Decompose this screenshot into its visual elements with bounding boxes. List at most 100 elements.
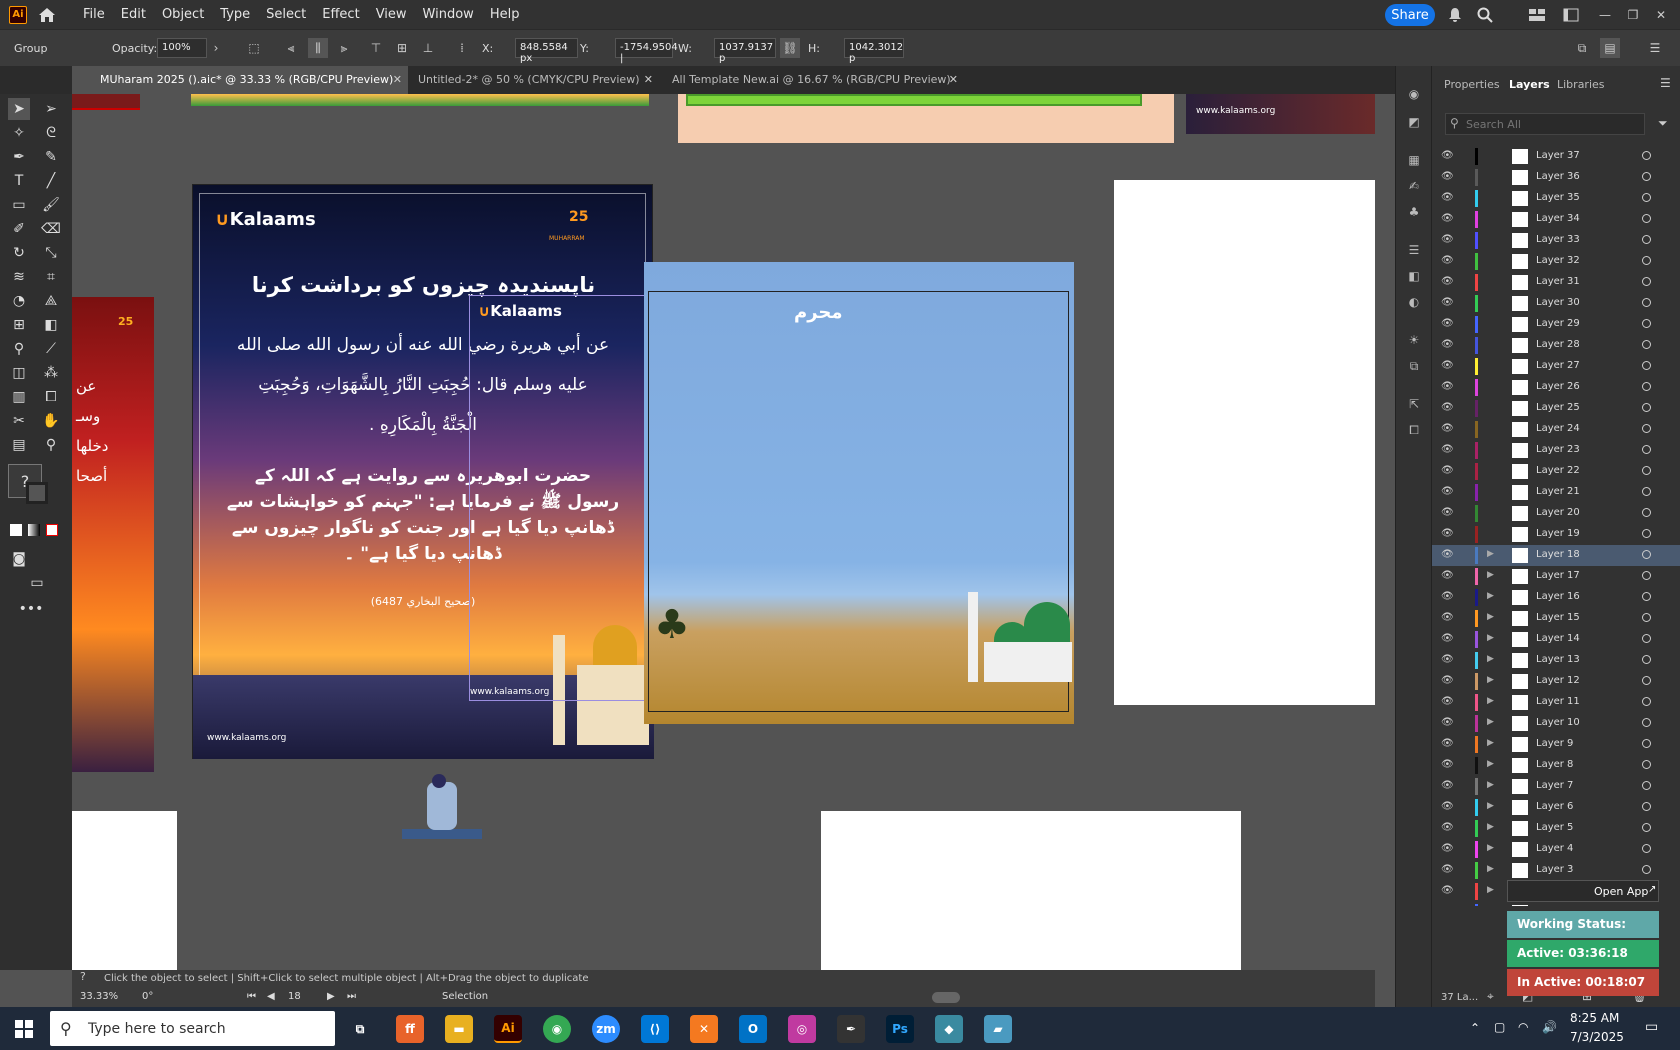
layer-row[interactable]: 👁 Layer 28 [1432,335,1680,356]
target-circle-icon[interactable] [1642,319,1651,328]
target-circle-icon[interactable] [1642,508,1651,517]
pen-app-icon[interactable]: ✒ [837,1015,865,1043]
layer-name[interactable]: Layer 28 [1536,339,1580,350]
menu-select[interactable]: Select [258,0,314,29]
visibility-eye-icon[interactable]: 👁 [1441,255,1454,268]
layer-row[interactable]: 👁 ▶ Layer 13 [1432,650,1680,671]
notifications-icon[interactable]: ▭ [1645,1019,1658,1035]
praying-person-illustration[interactable] [402,774,484,844]
restore-icon[interactable]: ❐ [1624,6,1642,24]
link-icon[interactable]: ⛓ [780,38,800,58]
app-icon[interactable]: ◆ [935,1015,963,1043]
layer-row[interactable]: 👁 Layer 30 [1432,293,1680,314]
layer-row[interactable]: 👁 Layer 22 [1432,461,1680,482]
layer-row[interactable]: 👁 ▶ Layer 16 [1432,587,1680,608]
layer-name[interactable]: Layer 17 [1536,570,1580,581]
visibility-eye-icon[interactable]: 👁 [1441,297,1454,310]
rotation-value[interactable]: 0° [142,991,153,1002]
appearance-icon[interactable]: ☀ [1404,330,1424,350]
gradient-panel-icon[interactable]: ◧ [1404,266,1424,286]
layer-row[interactable]: 👁▶Layer 1 [1432,902,1680,906]
layer-row[interactable]: 👁 ▶ Layer 10 [1432,713,1680,734]
layer-row[interactable]: 👁 ▶ Layer 11 [1432,692,1680,713]
locate-object-icon[interactable]: ⌖ [1487,989,1494,1004]
layer-row[interactable]: 👁 Layer 33 [1432,230,1680,251]
screen-mode-icon[interactable]: ▭ [26,572,48,594]
layer-row[interactable]: 👁 Layer 27 [1432,356,1680,377]
layer-row[interactable]: 👁 ▶ Layer 17 [1432,566,1680,587]
layer-name[interactable]: Layer 13 [1536,654,1580,665]
target-circle-icon[interactable] [1642,865,1651,874]
close-tab-icon[interactable]: ✕ [393,66,402,94]
blend-tool-icon[interactable]: ◫ [8,362,30,384]
artboard-tool-icon[interactable]: ⧠ [40,386,62,408]
visibility-eye-icon[interactable]: 👁 [1441,885,1454,898]
tab-all-template[interactable]: All Template New.ai @ 16.67 % (RGB/CPU P… [662,66,964,94]
menu-type[interactable]: Type [212,0,258,29]
layer-row[interactable]: 👁 Layer 19 [1432,524,1680,545]
layer-row[interactable]: 👁 ▶ Layer 12 [1432,671,1680,692]
close-tab-icon[interactable]: ✕ [644,66,653,94]
layer-name[interactable]: Layer 35 [1536,192,1580,203]
brushes-icon[interactable]: ✍ [1404,176,1424,196]
none-icon[interactable] [46,524,58,536]
layer-name[interactable]: Layer 9 [1536,738,1573,749]
layer-row[interactable]: 👁 Layer 25 [1432,398,1680,419]
visibility-eye-icon[interactable]: 👁 [1441,738,1454,751]
align-middle-icon[interactable]: ⊞ [392,38,412,58]
target-circle-icon[interactable] [1642,361,1651,370]
expand-arrow-icon[interactable]: ▶ [1487,717,1494,727]
visibility-eye-icon[interactable]: 👁 [1441,192,1454,205]
visibility-eye-icon[interactable]: 👁 [1441,654,1454,667]
help-icon[interactable]: ? [80,970,86,983]
visibility-eye-icon[interactable]: 👁 [1441,612,1454,625]
gradient-tool-icon[interactable]: ◧ [40,314,62,336]
firefox-icon[interactable]: ff [396,1015,424,1043]
layer-name[interactable]: Layer 20 [1536,507,1580,518]
y-input[interactable]: -1754.9504 | [615,38,678,64]
blank-artboard[interactable] [821,811,1241,970]
visibility-eye-icon[interactable]: 👁 [1441,423,1454,436]
layer-row[interactable]: 👁 Layer 21 [1432,482,1680,503]
layer-name[interactable]: Layer 29 [1536,318,1580,329]
visibility-eye-icon[interactable]: 👁 [1441,381,1454,394]
paintbrush-tool-icon[interactable]: 🖌 [40,194,62,216]
lasso-tool-icon[interactable]: ᘓ [40,122,62,144]
visibility-eye-icon[interactable]: 👁 [1441,780,1454,793]
fill-color-icon[interactable] [10,524,22,536]
target-circle-icon[interactable] [1642,235,1651,244]
layer-row[interactable]: 👁 ▶ Layer 3 [1432,860,1680,881]
illustrator-taskbar-icon[interactable]: Ai [494,1015,522,1043]
target-circle-icon[interactable] [1642,214,1651,223]
layer-row[interactable]: 👁 ▶ Layer 6 [1432,797,1680,818]
layer-name[interactable]: Layer 32 [1536,255,1580,266]
outlook-icon[interactable]: O [739,1015,767,1043]
menu-view[interactable]: View [368,0,415,29]
align-bottom-icon[interactable]: ⊥ [418,38,438,58]
shape-builder-tool-icon[interactable]: ◔ [8,290,30,312]
chevron-right-icon[interactable]: › [206,38,226,58]
photoshop-icon[interactable]: Ps [886,1015,914,1043]
close-window-icon[interactable]: ✕ [1652,6,1670,24]
visibility-eye-icon[interactable]: 👁 [1441,486,1454,499]
layer-name[interactable]: Layer 12 [1536,675,1580,686]
expand-arrow-icon[interactable]: ▶ [1487,780,1494,790]
visibility-eye-icon[interactable]: 👁 [1441,360,1454,373]
layer-row[interactable]: 👁 Layer 35 [1432,188,1680,209]
artboard-partial[interactable]: www.kalaams.org [1186,94,1375,134]
expand-arrow-icon[interactable]: ▶ [1487,612,1494,622]
transparency-icon[interactable]: ◐ [1404,292,1424,312]
symbols-icon[interactable]: ♣ [1404,202,1424,222]
pen-tool-icon[interactable]: ✒ [8,146,30,168]
task-view-icon[interactable]: ⧉ [346,1015,374,1043]
target-circle-icon[interactable] [1642,193,1651,202]
visibility-eye-icon[interactable]: 👁 [1441,696,1454,709]
swatches-icon[interactable]: ▦ [1404,150,1424,170]
target-circle-icon[interactable] [1642,424,1651,433]
layer-row[interactable]: 👁 Layer 34 [1432,209,1680,230]
target-circle-icon[interactable] [1642,466,1651,475]
target-circle-icon[interactable] [1642,382,1651,391]
visibility-eye-icon[interactable]: 👁 [1441,444,1454,457]
color-guide-icon[interactable]: ◩ [1404,112,1424,132]
target-circle-icon[interactable] [1642,802,1651,811]
